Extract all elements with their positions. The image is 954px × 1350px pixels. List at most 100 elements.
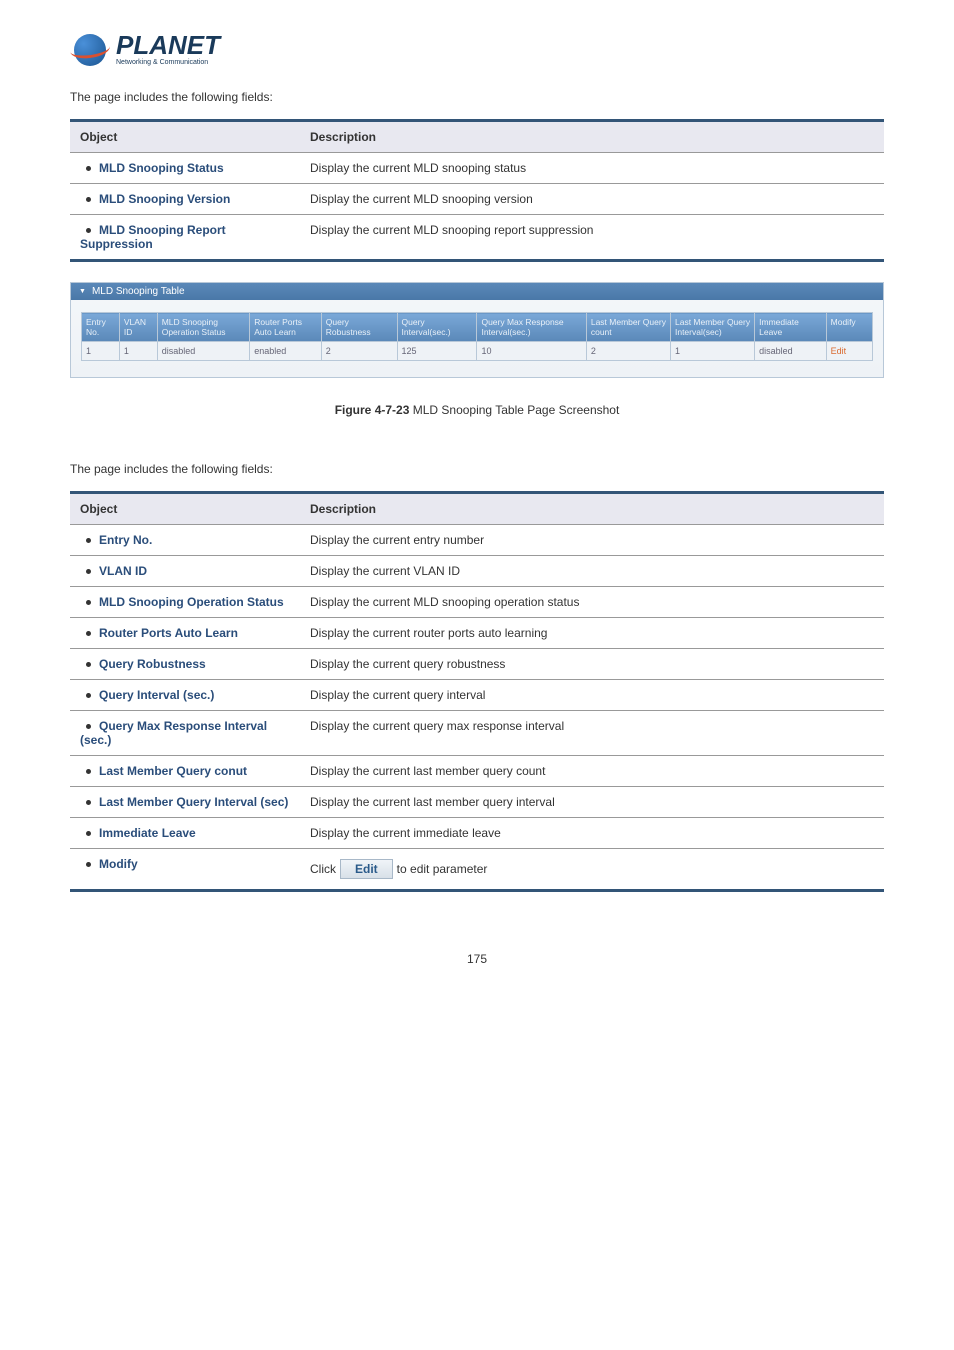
bullet-icon <box>86 228 91 233</box>
object-label: Last Member Query conut <box>99 764 247 778</box>
object-label: MLD Snooping Report Suppression <box>80 223 226 251</box>
page-number: 175 <box>70 952 884 966</box>
object-label: Modify <box>99 857 138 871</box>
desc-post: to edit parameter <box>397 862 488 876</box>
column-header: Last Member Query Interval(sec) <box>670 313 754 342</box>
desc-pre: Click <box>310 862 336 876</box>
mld-panel-header[interactable]: ▼ MLD Snooping Table <box>71 283 883 300</box>
object-label: Query Interval (sec.) <box>99 688 214 702</box>
cell-modify: Edit <box>826 342 872 361</box>
object-cell: MLD Snooping Report Suppression <box>70 215 300 261</box>
table-row: MLD Snooping Version Display the current … <box>70 184 884 215</box>
column-header: MLD Snooping Operation Status <box>157 313 250 342</box>
desc-cell: Display the current query max response i… <box>300 711 884 756</box>
bullet-icon <box>86 724 91 729</box>
object-cell: Query Interval (sec.) <box>70 680 300 711</box>
object-label: MLD Snooping Operation Status <box>99 595 284 609</box>
bullet-icon <box>86 600 91 605</box>
logo-icon <box>70 30 110 70</box>
table-header: Description <box>300 493 884 525</box>
cell-lmq-count: 2 <box>586 342 670 361</box>
object-cell: MLD Snooping Status <box>70 153 300 184</box>
cell-lmq-interval: 1 <box>670 342 754 361</box>
bullet-icon <box>86 662 91 667</box>
object-label: VLAN ID <box>99 564 147 578</box>
table-header: Description <box>300 121 884 153</box>
desc-cell: Display the current immediate leave <box>300 818 884 849</box>
logo-tagline: Networking & Communication <box>116 59 220 66</box>
desc-cell: Display the current MLD snooping operati… <box>300 587 884 618</box>
table-row: VLAN ID Display the current VLAN ID <box>70 556 884 587</box>
table-header: Object <box>70 121 300 153</box>
table-row: Entry No.Display the current entry numbe… <box>70 525 884 556</box>
table-row: Immediate LeaveDisplay the current immed… <box>70 818 884 849</box>
table-row: Query Interval (sec.)Display the current… <box>70 680 884 711</box>
edit-link[interactable]: Edit <box>831 346 847 356</box>
cell-immediate-leave: disabled <box>755 342 827 361</box>
column-header: Immediate Leave <box>755 313 827 342</box>
table-row: MLD Snooping Report Suppression Display t… <box>70 215 884 261</box>
figure-desc: MLD Snooping Table Page Screenshot <box>409 403 619 417</box>
bullet-icon <box>86 197 91 202</box>
desc-cell: Display the current MLD snooping version <box>300 184 884 215</box>
logo: PLANET Networking & Communication <box>70 30 884 70</box>
cell-robustness: 2 <box>321 342 397 361</box>
object-cell: MLD Snooping Version <box>70 184 300 215</box>
logo-name: PLANET <box>116 34 220 57</box>
desc-cell: Display the current query robustness <box>300 649 884 680</box>
mld-snooping-panel: ▼ MLD Snooping Table Entry No.VLAN IDMLD… <box>70 282 884 378</box>
cell-entry: 1 <box>82 342 120 361</box>
column-header: Query Max Response Interval(sec.) <box>477 313 586 342</box>
desc-cell: Display the current last member query co… <box>300 756 884 787</box>
table-row: MLD Snooping Operation Status Display the… <box>70 587 884 618</box>
figure-label: Figure 4-7-23 <box>335 403 410 417</box>
bullet-icon <box>86 569 91 574</box>
bullet-icon <box>86 693 91 698</box>
cell-op-status: disabled <box>157 342 250 361</box>
object-cell: Query Robustness <box>70 649 300 680</box>
object-label: Query Max Response Interval (sec.) <box>80 719 267 747</box>
intro-text-1: The page includes the following fields: <box>70 90 884 104</box>
cell-router-learn: enabled <box>250 342 322 361</box>
cell-vlan: 1 <box>119 342 157 361</box>
table-row: Query Robustness Display the current quer… <box>70 649 884 680</box>
object-cell: Last Member Query conut <box>70 756 300 787</box>
desc-cell: Click Edit to edit parameter <box>300 849 884 891</box>
column-header: Router Ports Auto Learn <box>250 313 322 342</box>
object-label: Query Robustness <box>99 657 206 671</box>
column-header: Query Interval(sec.) <box>397 313 477 342</box>
spec-table-2: Object Description Entry No.Display the … <box>70 491 884 892</box>
desc-cell: Display the current MLD snooping report … <box>300 215 884 261</box>
edit-button[interactable]: Edit <box>340 859 393 879</box>
cell-query-max: 10 <box>477 342 586 361</box>
object-cell: Router Ports Auto Learn <box>70 618 300 649</box>
table-row: 1 1 disabled enabled 2 125 10 2 1 disabl… <box>82 342 873 361</box>
object-label: Last Member Query Interval (sec) <box>99 795 288 809</box>
bullet-icon <box>86 862 91 867</box>
column-header: Entry No. <box>82 313 120 342</box>
table-header: Object <box>70 493 300 525</box>
bullet-icon <box>86 538 91 543</box>
figure-caption: Figure 4-7-23 MLD Snooping Table Page Sc… <box>70 403 884 417</box>
bullet-icon <box>86 800 91 805</box>
column-header: Last Member Query count <box>586 313 670 342</box>
bullet-icon <box>86 166 91 171</box>
column-header: VLAN ID <box>119 313 157 342</box>
bullet-icon <box>86 769 91 774</box>
table-row: Last Member Query Interval (sec) Display … <box>70 787 884 818</box>
column-header: Query Robustness <box>321 313 397 342</box>
object-label: Router Ports Auto Learn <box>99 626 238 640</box>
table-row: Query Max Response Interval (sec.) Displa… <box>70 711 884 756</box>
desc-cell: Display the current VLAN ID <box>300 556 884 587</box>
object-cell: VLAN ID <box>70 556 300 587</box>
table-row: MLD Snooping StatusDisplay the current M… <box>70 153 884 184</box>
desc-cell: Display the current MLD snooping status <box>300 153 884 184</box>
mld-data-table: Entry No.VLAN IDMLD Snooping Operation S… <box>81 312 873 361</box>
intro-text-2: The page includes the following fields: <box>70 462 884 476</box>
object-label: MLD Snooping Version <box>99 192 230 206</box>
object-cell: Last Member Query Interval (sec) <box>70 787 300 818</box>
object-cell: MLD Snooping Operation Status <box>70 587 300 618</box>
desc-cell: Display the current last member query in… <box>300 787 884 818</box>
bullet-icon <box>86 631 91 636</box>
desc-cell: Display the current router ports auto le… <box>300 618 884 649</box>
